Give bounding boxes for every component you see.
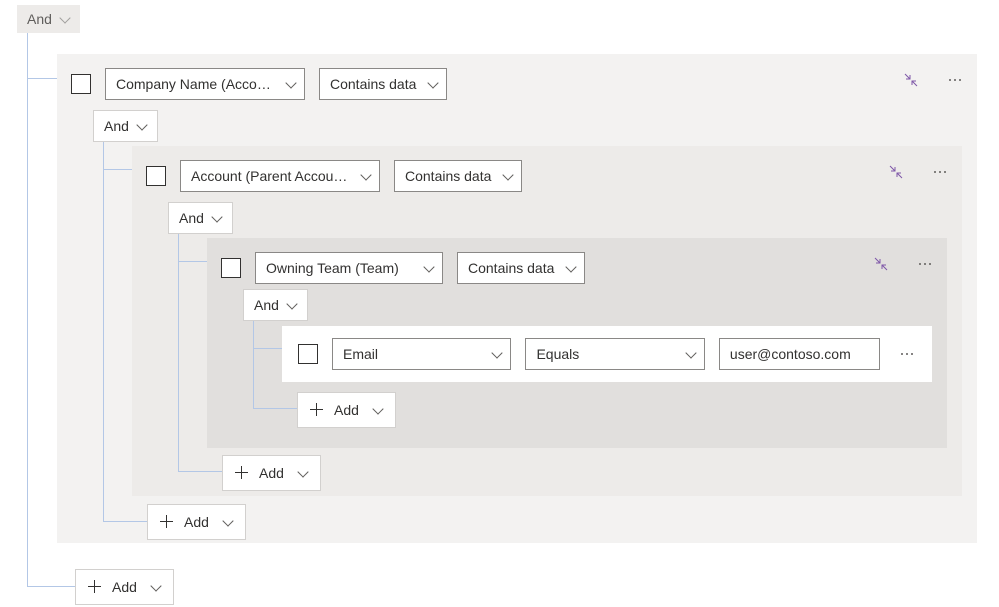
operator-dropdown-contains-data[interactable]: Contains data <box>457 252 585 284</box>
group-checkbox[interactable] <box>71 74 91 94</box>
more-icon <box>945 72 965 88</box>
operator-dropdown-contains-data[interactable]: Contains data <box>394 160 522 192</box>
collapse-icon <box>903 72 919 88</box>
filter-group-owning-team: Owning Team (Team) Contains data And <box>207 238 947 448</box>
field-dropdown-parent-account[interactable]: Account (Parent Account) <box>180 160 380 192</box>
chevron-down-icon <box>60 14 70 24</box>
group-checkbox[interactable] <box>146 166 166 186</box>
collapse-button[interactable] <box>882 158 910 186</box>
dropdown-label: Contains data <box>468 260 554 276</box>
chevron-down-icon <box>137 121 147 131</box>
dropdown-label: Equals <box>536 346 579 362</box>
plus-icon <box>310 403 324 417</box>
tree-line <box>103 142 131 170</box>
tree-line <box>253 321 281 349</box>
root-logic-label: And <box>27 11 52 27</box>
tree-line <box>178 234 206 262</box>
add-button[interactable]: Add <box>297 392 396 428</box>
more-actions-button[interactable] <box>894 340 920 368</box>
dropdown-label: Company Name (Accou... <box>116 76 274 92</box>
more-icon <box>897 346 917 362</box>
add-button[interactable]: Add <box>222 455 321 491</box>
more-icon <box>915 256 935 272</box>
chevron-down-icon <box>286 79 296 89</box>
logic-dropdown[interactable]: And <box>168 202 233 234</box>
collapse-button[interactable] <box>897 66 925 94</box>
more-actions-button[interactable] <box>911 250 939 278</box>
add-label: Add <box>334 402 359 418</box>
chevron-down-icon <box>298 468 308 478</box>
group-checkbox[interactable] <box>221 258 241 278</box>
add-button[interactable]: Add <box>147 504 246 540</box>
dropdown-label: Owning Team (Team) <box>266 260 399 276</box>
chevron-down-icon <box>212 213 222 223</box>
value-input-email[interactable]: user@contoso.com <box>719 338 880 370</box>
more-actions-button[interactable] <box>926 158 954 186</box>
filter-group-parent-account: Account (Parent Account) Contains data A… <box>132 146 962 496</box>
logic-dropdown[interactable]: And <box>93 110 158 142</box>
logic-label: And <box>254 297 279 313</box>
more-actions-button[interactable] <box>941 66 969 94</box>
collapse-button[interactable] <box>867 250 895 278</box>
chevron-down-icon <box>151 582 161 592</box>
add-label: Add <box>112 579 137 595</box>
operator-dropdown-contains-data[interactable]: Contains data <box>319 68 447 100</box>
logic-dropdown[interactable]: And <box>243 289 308 321</box>
collapse-icon <box>873 256 889 272</box>
field-dropdown-email[interactable]: Email <box>332 338 511 370</box>
plus-icon <box>88 580 102 594</box>
logic-label: And <box>104 118 129 134</box>
tree-line <box>27 33 57 79</box>
input-value: user@contoso.com <box>730 346 851 362</box>
chevron-down-icon <box>373 405 383 415</box>
chevron-down-icon <box>223 517 233 527</box>
field-dropdown-company-name[interactable]: Company Name (Accou... <box>105 68 305 100</box>
add-button-root[interactable]: Add <box>75 569 174 605</box>
chevron-down-icon <box>686 349 696 359</box>
field-dropdown-owning-team[interactable]: Owning Team (Team) <box>255 252 443 284</box>
root-logic-dropdown[interactable]: And <box>17 5 80 33</box>
filter-condition-email: Email Equals user@contoso.com <box>282 326 932 382</box>
plus-icon <box>235 466 249 480</box>
operator-dropdown-equals[interactable]: Equals <box>525 338 704 370</box>
dropdown-label: Contains data <box>405 168 491 184</box>
dropdown-label: Account (Parent Account) <box>191 168 349 184</box>
plus-icon <box>160 515 174 529</box>
condition-checkbox[interactable] <box>298 344 318 364</box>
logic-label: And <box>179 210 204 226</box>
filter-group-company-name: Company Name (Accou... Contains data And <box>57 54 977 543</box>
chevron-down-icon <box>361 171 371 181</box>
dropdown-label: Email <box>343 346 378 362</box>
add-label: Add <box>184 514 209 530</box>
chevron-down-icon <box>566 263 576 273</box>
more-icon <box>930 164 950 180</box>
dropdown-label: Contains data <box>330 76 416 92</box>
chevron-down-icon <box>424 263 434 273</box>
chevron-down-icon <box>503 171 513 181</box>
chevron-down-icon <box>287 300 297 310</box>
chevron-down-icon <box>428 79 438 89</box>
add-label: Add <box>259 465 284 481</box>
collapse-icon <box>888 164 904 180</box>
chevron-down-icon <box>492 349 502 359</box>
